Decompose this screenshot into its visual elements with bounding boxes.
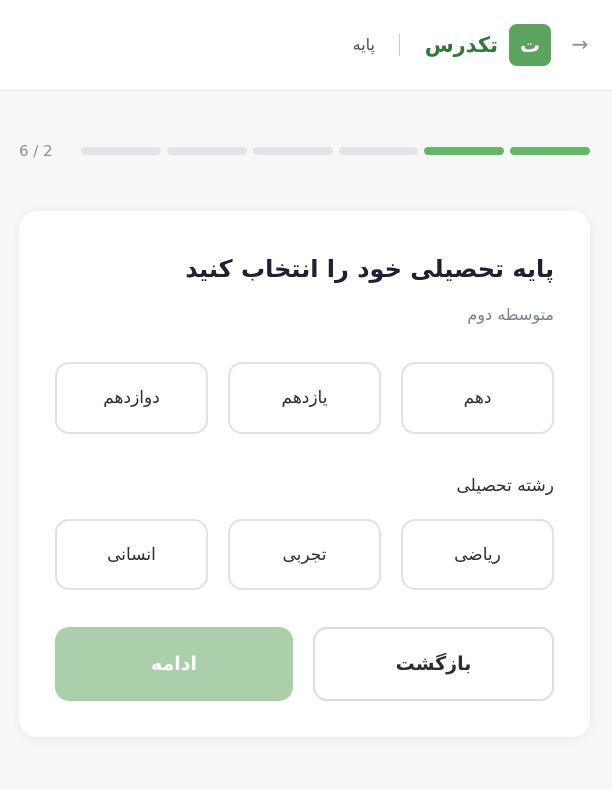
field-section-label: رشته تحصیلی xyxy=(456,476,554,496)
progress-segment xyxy=(338,147,419,155)
progress-bar xyxy=(81,147,590,155)
grade-section-label: متوسطه دوم xyxy=(467,305,554,324)
selection-card: پایه تحصیلی خود را انتخاب کنید متوسطه دو… xyxy=(19,211,590,737)
app-header: → ت تکدرس پایه xyxy=(0,0,612,91)
step-counter: 6 / 2 xyxy=(19,142,53,160)
progress-segment xyxy=(510,147,590,155)
field-option-humanities[interactable]: انسانی xyxy=(55,519,208,590)
logo-badge-icon: ت xyxy=(509,24,551,66)
page-title: پایه تحصیلی خود را انتخاب کنید xyxy=(185,255,554,283)
arrow-right-icon[interactable]: → xyxy=(567,31,593,57)
continue-button[interactable]: ادامه xyxy=(55,627,293,701)
back-button[interactable]: بازگشت xyxy=(313,627,554,701)
grade-option-12[interactable]: دوازدهم xyxy=(55,362,208,434)
grade-option-10[interactable]: دهم xyxy=(401,362,554,434)
field-option-math[interactable]: ریاضی xyxy=(401,519,554,590)
field-option-science[interactable]: تجربی xyxy=(228,519,381,590)
brand-name: تکدرس xyxy=(424,33,498,57)
progress-segment xyxy=(166,147,247,155)
progress-segment xyxy=(81,147,161,155)
header-divider xyxy=(399,34,400,56)
breadcrumb: پایه xyxy=(352,35,375,54)
progress-segment xyxy=(252,147,333,155)
progress-segment xyxy=(424,147,505,155)
grade-option-11[interactable]: یازدهم xyxy=(228,362,381,434)
